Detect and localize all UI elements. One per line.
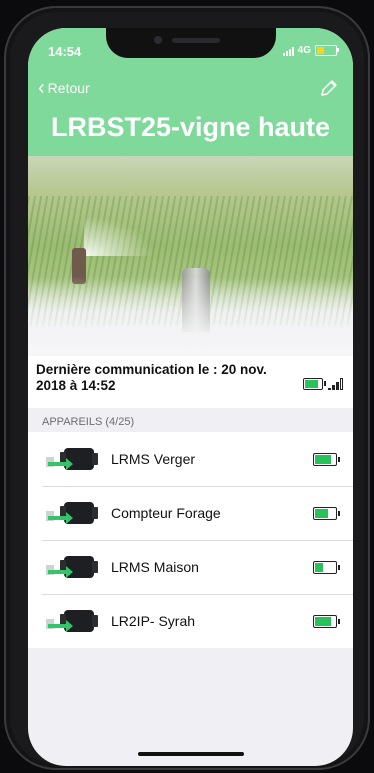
status-right: 4G: [282, 45, 339, 56]
device-name: Compteur Forage: [111, 505, 221, 521]
back-label: Retour: [47, 80, 90, 96]
last-communication-text: Dernière communication le : 20 nov. 2018…: [36, 362, 267, 393]
speaker-grille: [172, 38, 220, 43]
device-row[interactable]: LRMS Maison: [28, 540, 353, 594]
device-row[interactable]: LR2IP- Syrah: [28, 594, 353, 648]
home-indicator[interactable]: [138, 752, 244, 756]
app-screen: 14:54 4G ‹ Retour LRBST25-vigne haute De…: [28, 28, 353, 766]
device-icon: [42, 606, 102, 638]
devices-section-header: APPAREILS (4/25): [28, 408, 353, 432]
pencil-icon[interactable]: [319, 78, 339, 98]
page-title: LRBST25-vigne haute: [50, 112, 331, 142]
battery-icon: [313, 561, 340, 574]
back-button[interactable]: ‹ Retour: [38, 77, 90, 99]
signal-strength-icon: [328, 378, 343, 390]
communication-status-icons: [303, 378, 343, 390]
water-spray: [84, 216, 154, 256]
device-row[interactable]: LRMS Verger: [28, 432, 353, 486]
battery-icon: [313, 615, 340, 628]
network-type: 4G: [297, 45, 311, 56]
battery-icon: [313, 507, 340, 520]
battery-icon: [313, 453, 340, 466]
battery-icon: [315, 45, 339, 56]
device-list: LRMS Verger Compteur Forage LRMS Maison …: [28, 432, 353, 648]
device-icon: [42, 552, 102, 584]
status-time: 14:54: [48, 44, 82, 59]
battery-charging-icon: [303, 378, 326, 390]
device-name: LRMS Verger: [111, 451, 196, 467]
camera-icon: [154, 36, 162, 44]
chevron-left-icon: ‹: [38, 77, 45, 99]
device-name: LRMS Maison: [111, 559, 199, 575]
notch: [106, 28, 276, 58]
device-icon: [42, 444, 102, 476]
device-row[interactable]: Compteur Forage: [28, 486, 353, 540]
hero-fade: [28, 276, 353, 356]
hero-image: [28, 156, 353, 356]
device-name: LR2IP- Syrah: [111, 613, 196, 629]
cellular-signal-icon: [282, 46, 294, 56]
phone-frame: 14:54 4G ‹ Retour LRBST25-vigne haute De…: [4, 6, 370, 770]
communication-panel: Dernière communication le : 20 nov. 2018…: [28, 356, 353, 408]
device-icon: [42, 498, 102, 530]
